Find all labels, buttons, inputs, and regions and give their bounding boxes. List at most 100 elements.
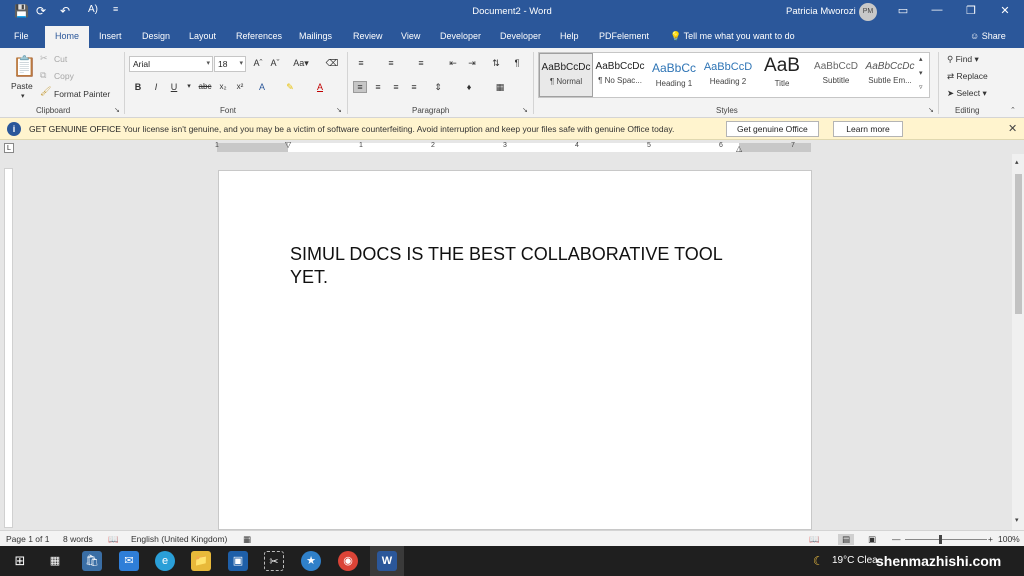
macro-recording-icon[interactable]: ▦ — [243, 534, 251, 545]
tab-developer[interactable]: Developer — [440, 31, 481, 41]
style-no-spacing[interactable]: AaBbCcDc ¶ No Spac... — [593, 53, 647, 97]
font-family-select[interactable]: Arial ▾ — [129, 56, 213, 72]
clear-formatting-icon[interactable]: ⌫ — [325, 58, 339, 69]
font-size-select[interactable]: 18 ▾ — [214, 56, 246, 72]
highlight-icon[interactable]: ✎ — [283, 82, 297, 93]
right-indent-icon[interactable]: △ — [736, 144, 742, 153]
scroll-down-icon[interactable]: ▾ — [1015, 516, 1019, 524]
tab-design[interactable]: Design — [142, 31, 170, 41]
ribbon-display-options-icon[interactable]: ▭ — [893, 4, 913, 17]
strikethrough-icon[interactable]: abc — [197, 82, 213, 91]
borders-icon[interactable]: ▦ — [493, 82, 507, 93]
chevron-down-icon[interactable]: ▾ — [919, 69, 923, 77]
tab-help[interactable]: Help — [560, 31, 579, 41]
paste-dropdown-icon[interactable]: ▾ — [21, 92, 25, 100]
scrollbar-thumb[interactable] — [1015, 174, 1022, 314]
bold-icon[interactable]: B — [131, 82, 145, 92]
copy-button[interactable]: Copy — [54, 71, 74, 81]
tab-references[interactable]: References — [236, 31, 282, 41]
replace-button[interactable]: ⇄ Replace — [947, 71, 988, 82]
paste-button[interactable]: Paste — [11, 81, 33, 91]
tab-insert[interactable]: Insert — [99, 31, 122, 41]
underline-dropdown-icon[interactable]: ▾ — [182, 82, 196, 90]
more-styles-icon[interactable]: ▿ — [919, 83, 923, 91]
sort-icon[interactable]: ⇅ — [489, 58, 503, 69]
restore-icon[interactable]: ❐ — [961, 4, 981, 17]
shrink-font-icon[interactable]: Aˇ — [268, 58, 282, 68]
print-layout-icon[interactable]: ▤ — [838, 534, 855, 545]
format-painter-button[interactable]: Format Painter — [54, 89, 110, 99]
text-effects-icon[interactable]: A — [255, 82, 269, 92]
word-count[interactable]: 8 words — [63, 534, 93, 544]
page-count[interactable]: Page 1 of 1 — [6, 534, 49, 544]
cut-button[interactable]: Cut — [54, 54, 67, 64]
task-view-icon[interactable]: ▦ — [45, 551, 65, 571]
avatar[interactable]: PM — [859, 3, 877, 21]
windows-start-icon[interactable]: ⊞ — [10, 551, 30, 571]
get-genuine-office-button[interactable]: Get genuine Office — [726, 121, 819, 137]
tab-developer-2[interactable]: Developer — [500, 31, 541, 41]
minimize-icon[interactable]: — — [927, 4, 947, 16]
tell-me-search[interactable]: 💡 Tell me what you want to do — [670, 31, 795, 42]
shading-icon[interactable]: ♦ — [462, 82, 476, 92]
language-indicator[interactable]: English (United Kingdom) — [131, 534, 227, 544]
vertical-scrollbar[interactable]: ▴ ▾ — [1012, 154, 1024, 530]
weather-widget[interactable]: 19°C Clea — [832, 555, 878, 566]
superscript-icon[interactable]: x² — [233, 82, 247, 91]
decrease-indent-icon[interactable]: ⇤ — [446, 58, 460, 69]
zoom-slider-thumb[interactable] — [939, 535, 942, 544]
proofing-icon[interactable]: 📖 — [108, 534, 119, 545]
collapse-ribbon-icon[interactable]: ⌃ — [1010, 106, 1016, 114]
style-heading-2[interactable]: AaBbCcD Heading 2 — [701, 53, 755, 97]
increase-indent-icon[interactable]: ⇥ — [465, 58, 479, 69]
subscript-icon[interactable]: x₂ — [216, 82, 230, 91]
tab-review[interactable]: Review — [353, 31, 383, 41]
font-color-icon[interactable]: A — [313, 82, 327, 92]
learn-more-button[interactable]: Learn more — [833, 121, 903, 137]
tab-mailings[interactable]: Mailings — [299, 31, 332, 41]
style-title[interactable]: AaB Title — [755, 53, 809, 97]
zoom-out-icon[interactable]: — — [892, 534, 901, 544]
change-case-icon[interactable]: Aa▾ — [291, 58, 311, 69]
tab-selector-icon[interactable]: L — [4, 143, 14, 153]
align-right-icon[interactable]: ≡ — [389, 82, 403, 92]
line-spacing-icon[interactable]: ⇕ — [431, 82, 445, 93]
share-button[interactable]: ☺ Share — [970, 31, 1006, 41]
store-icon[interactable]: 🛍 — [82, 551, 102, 571]
tab-home[interactable]: Home — [45, 26, 90, 48]
show-formatting-icon[interactable]: ¶ — [510, 58, 524, 68]
underline-icon[interactable]: U — [167, 82, 181, 92]
document-page[interactable]: SIMUL DOCS IS THE BEST COLLABORATIVE TOO… — [218, 170, 812, 530]
tab-file[interactable]: File — [14, 31, 29, 41]
chrome-icon[interactable]: ◉ — [338, 551, 358, 571]
align-left-icon[interactable]: ≡ — [353, 81, 367, 93]
user-name[interactable]: Patricia Mworozi — [786, 6, 856, 17]
style-subtitle[interactable]: AaBbCcD Subtitle — [809, 53, 863, 97]
tab-pdfelement[interactable]: PDFelement — [599, 31, 649, 41]
clipboard-launcher-icon[interactable]: ↘ — [114, 106, 120, 114]
close-icon[interactable]: ✕ — [995, 4, 1015, 17]
numbering-icon[interactable]: ≡ — [384, 58, 398, 68]
paragraph-launcher-icon[interactable]: ↘ — [522, 106, 528, 114]
bullets-icon[interactable]: ≡ — [354, 58, 368, 68]
paste-icon[interactable]: 📋 — [12, 54, 37, 79]
tab-view[interactable]: View — [401, 31, 420, 41]
snipping-tool-icon[interactable]: ✂ — [264, 551, 284, 571]
style-subtle-emphasis[interactable]: AaBbCcDc Subtle Em... — [863, 53, 917, 97]
find-button[interactable]: ⚲ Find ▾ — [947, 54, 979, 65]
zoom-in-icon[interactable]: + — [988, 534, 993, 544]
first-line-indent-icon[interactable]: ▽ — [285, 140, 291, 149]
chevron-up-icon[interactable]: ▴ — [919, 55, 923, 63]
styles-launcher-icon[interactable]: ↘ — [928, 106, 934, 114]
word-icon[interactable]: W — [377, 551, 397, 571]
web-layout-icon[interactable]: ▣ — [868, 534, 876, 545]
app-icon[interactable]: ▣ — [228, 551, 248, 571]
align-center-icon[interactable]: ≡ — [371, 82, 385, 92]
style-normal[interactable]: AaBbCcDc ¶ Normal — [539, 53, 593, 97]
justify-icon[interactable]: ≡ — [407, 82, 421, 92]
file-explorer-icon[interactable]: 📁 — [191, 551, 211, 571]
grow-font-icon[interactable]: Aˆ — [251, 58, 265, 68]
multilevel-list-icon[interactable]: ≡ — [414, 58, 428, 68]
teams-icon[interactable]: ★ — [301, 551, 321, 571]
style-heading-1[interactable]: AaBbCc Heading 1 — [647, 53, 701, 97]
